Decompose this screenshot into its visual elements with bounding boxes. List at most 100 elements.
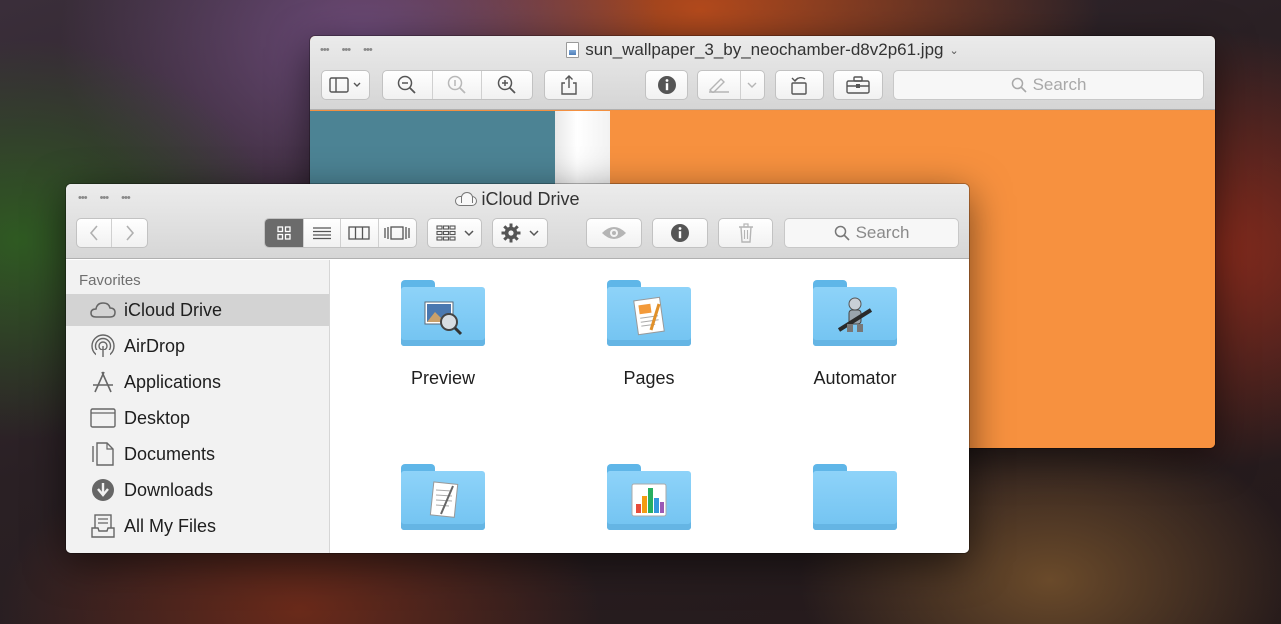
cloud-icon — [455, 191, 478, 206]
folder-item-automator[interactable]: Automator — [775, 280, 935, 389]
markup-icon — [708, 78, 729, 93]
sidebar-section-header: Favorites — [79, 272, 141, 289]
navigation-control — [76, 218, 148, 248]
folder-item-numbers[interactable] — [569, 464, 729, 552]
textedit-folder-icon — [401, 464, 485, 530]
search-icon — [1011, 77, 1027, 93]
eye-icon — [602, 227, 626, 239]
get-info-button[interactable] — [652, 218, 708, 248]
desktop-icon — [90, 406, 116, 430]
actual-size-button[interactable] — [433, 71, 483, 99]
actual-size-icon — [447, 75, 466, 94]
finder-title: iCloud Drive — [481, 189, 580, 209]
list-view-button[interactable] — [304, 219, 341, 247]
finder-toolbar: ••• ••• ••• iCloud Drive Search — [66, 184, 969, 259]
zoom-out-button[interactable] — [383, 71, 433, 99]
sidebar-item-downloads[interactable]: Downloads — [66, 474, 329, 506]
search-placeholder: Search — [855, 223, 910, 242]
sidebar-item-desktop[interactable]: Desktop — [66, 402, 329, 434]
forward-button[interactable] — [112, 219, 147, 247]
jpeg-document-icon — [566, 42, 580, 58]
finder-search-field[interactable]: Search — [784, 218, 959, 248]
quick-look-button[interactable] — [586, 218, 642, 248]
share-icon — [560, 75, 577, 95]
preview-toolbar: ••• ••• ••• sun_wallpaper_3_by_neochambe… — [310, 36, 1215, 110]
folder-label: Pages — [623, 368, 675, 388]
pages-folder-icon — [607, 280, 691, 346]
zoom-out-icon — [398, 75, 416, 94]
sidebar-item-label: Desktop — [124, 407, 191, 428]
columns-icon — [348, 226, 370, 240]
rotate-icon — [790, 77, 807, 95]
numbers-folder-icon — [607, 464, 691, 530]
markup-menu-button[interactable] — [741, 71, 764, 99]
preview-title-bar: sun_wallpaper_3_by_neochamber-d8v2p61.jp… — [310, 40, 1215, 60]
folder-item-textedit[interactable] — [363, 464, 523, 552]
action-menu-button[interactable] — [492, 218, 548, 248]
markup-toolbar-button[interactable] — [833, 70, 883, 100]
back-button[interactable] — [77, 219, 113, 247]
search-placeholder: Search — [1032, 75, 1087, 94]
sidebar-item-label: AirDrop — [124, 335, 186, 356]
preview-search-field[interactable]: Search — [893, 70, 1204, 100]
finder-content-area: Preview Pages Automator — [331, 260, 969, 553]
plain-folder-icon — [813, 464, 897, 530]
chevron-right-icon — [125, 225, 134, 241]
zoom-in-button[interactable] — [482, 71, 532, 99]
sidebar-toggle-button[interactable] — [321, 70, 370, 100]
preview-title: sun_wallpaper_3_by_neochamber-d8v2p61.jp… — [585, 40, 944, 59]
toolbox-icon — [846, 76, 870, 94]
sidebar-item-label: iCloud Drive — [124, 299, 223, 320]
sidebar-item-label: Applications — [124, 371, 222, 392]
automator-folder-icon — [813, 280, 897, 346]
applications-icon — [90, 370, 116, 394]
chevron-down-icon — [529, 230, 539, 237]
markup-control — [697, 70, 765, 100]
preview-folder-icon — [401, 280, 485, 346]
group-by-button[interactable] — [427, 218, 482, 248]
sidebar-icon — [328, 77, 360, 93]
cover-flow-icon — [384, 226, 410, 240]
view-mode-control — [264, 218, 417, 248]
folder-item-pages[interactable]: Pages — [569, 280, 729, 389]
move-to-trash-button[interactable] — [718, 218, 773, 248]
sidebar-item-label: Documents — [124, 443, 216, 464]
sidebar-item-documents[interactable]: Documents — [66, 438, 329, 470]
finder-title-bar: iCloud Drive — [66, 189, 969, 210]
info-icon — [671, 224, 689, 242]
gear-icon — [501, 223, 521, 243]
finder-window: ••• ••• ••• iCloud Drive Search Favorite… — [66, 184, 969, 553]
chevron-down-icon — [747, 82, 757, 88]
grid-icon — [277, 226, 291, 240]
sidebar-item-airdrop[interactable]: AirDrop — [66, 330, 329, 362]
sidebar-item-label: Downloads — [124, 479, 214, 500]
search-icon — [834, 225, 850, 241]
sidebar-item-icloud-drive[interactable]: iCloud Drive — [66, 294, 329, 326]
markup-button[interactable] — [698, 71, 741, 99]
documents-icon — [90, 442, 116, 466]
chevron-down-icon — [463, 230, 474, 237]
cloud-icon — [90, 298, 116, 322]
folder-label: Preview — [410, 368, 476, 388]
folder-item-plain[interactable] — [775, 464, 935, 552]
column-view-button[interactable] — [341, 219, 379, 247]
folder-item-preview[interactable]: Preview — [363, 280, 523, 389]
inspector-button[interactable] — [645, 70, 688, 100]
icon-view-button[interactable] — [265, 219, 304, 247]
cover-flow-button[interactable] — [379, 219, 417, 247]
arrange-icon — [435, 225, 456, 241]
zoom-in-icon — [497, 75, 516, 94]
sidebar-item-all-my-files[interactable]: All My Files — [66, 510, 329, 542]
info-icon — [657, 76, 676, 94]
sidebar-item-label: All My Files — [124, 515, 217, 536]
sidebar-item-applications[interactable]: Applications — [66, 366, 329, 398]
chevron-down-icon[interactable]: ⌄ — [950, 44, 959, 57]
downloads-icon — [90, 478, 116, 502]
list-icon — [312, 227, 331, 240]
rotate-button[interactable] — [775, 70, 824, 100]
airdrop-icon — [90, 334, 116, 358]
chevron-left-icon — [89, 225, 98, 241]
finder-sidebar: Favorites iCloud Drive AirDrop Applicati… — [66, 260, 330, 553]
all-files-icon — [90, 514, 116, 538]
share-button[interactable] — [544, 70, 593, 100]
